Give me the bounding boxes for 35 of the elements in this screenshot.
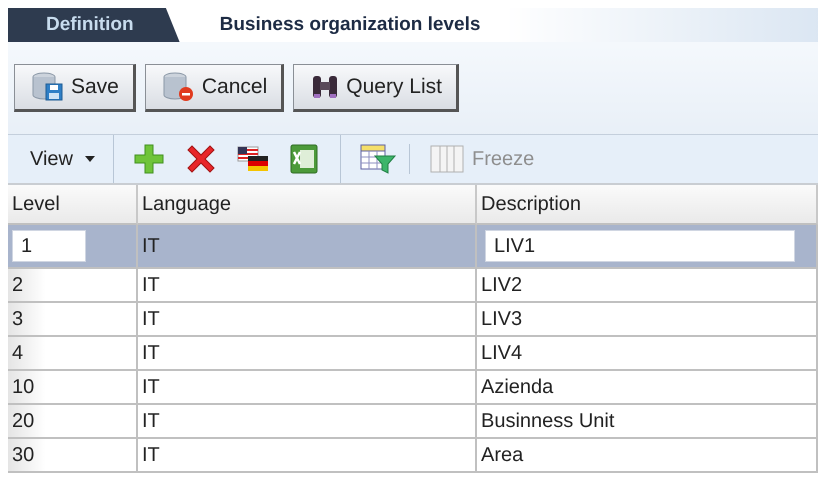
table-cell: LIV3 xyxy=(477,303,818,337)
table-cell: Area xyxy=(477,439,818,473)
table-cell: IT xyxy=(138,405,477,439)
query-list-button[interactable]: Query List xyxy=(293,64,459,112)
table-cell: IT xyxy=(138,337,477,371)
columns-icon xyxy=(430,145,464,173)
table-cell: 3 xyxy=(8,303,138,337)
table-cell: IT xyxy=(138,269,477,303)
column-header[interactable]: Description xyxy=(477,185,818,225)
view-menu[interactable]: View xyxy=(8,135,114,183)
table-cell: LIV4 xyxy=(477,337,818,371)
database-minus-icon xyxy=(162,72,196,102)
column-header[interactable]: Language xyxy=(138,185,477,225)
table-cell: Azienda xyxy=(477,371,818,405)
database-disk-icon xyxy=(31,72,65,102)
save-button[interactable]: Save xyxy=(14,64,136,112)
table-cell: IT xyxy=(138,303,477,337)
caret-icon xyxy=(85,156,95,162)
level-input[interactable]: 1 xyxy=(12,230,86,262)
selected-row[interactable]: 1 IT LIV1 xyxy=(8,225,818,269)
tab[interactable]: Definition xyxy=(8,8,180,42)
table-cell: IT xyxy=(138,225,477,269)
column-header[interactable]: Level xyxy=(8,185,138,225)
cancel-button[interactable]: Cancel xyxy=(144,64,284,112)
add-icon[interactable] xyxy=(132,142,166,176)
description-input[interactable]: LIV1 xyxy=(485,230,795,262)
table-cell: 4 xyxy=(8,337,138,371)
table-cell: Businness Unit xyxy=(477,405,818,439)
table-cell: IT xyxy=(138,371,477,405)
table-cell: 30 xyxy=(8,439,138,473)
table-cell: 2 xyxy=(8,269,138,303)
table-cell: LIV2 xyxy=(477,269,818,303)
table-cell: IT xyxy=(138,439,477,473)
table-cell: 20 xyxy=(8,405,138,439)
table-cell: 10 xyxy=(8,371,138,405)
